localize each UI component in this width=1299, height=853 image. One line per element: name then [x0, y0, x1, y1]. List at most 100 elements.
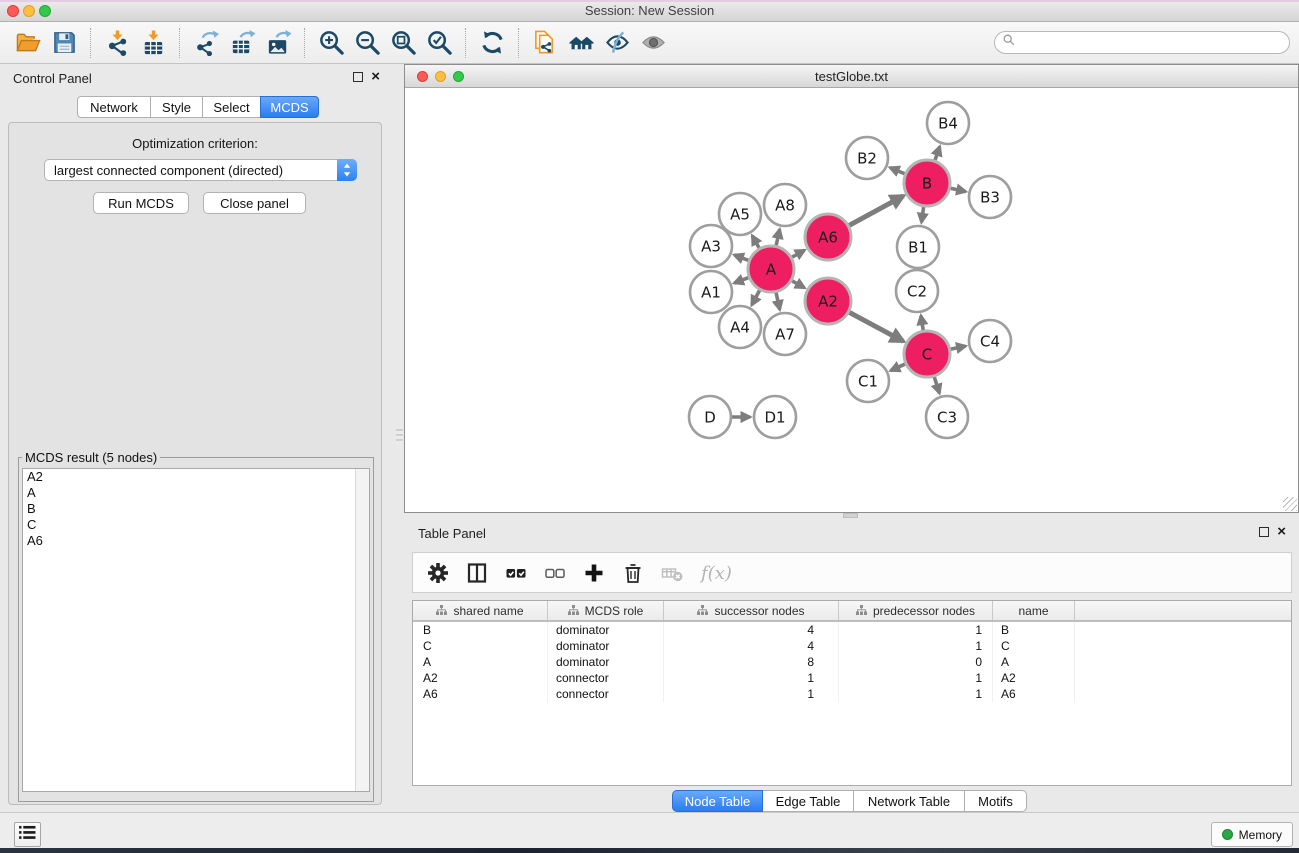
- open-file-button[interactable]: [10, 26, 46, 60]
- cell-MCDS-role[interactable]: dominator: [548, 638, 664, 654]
- graph-node-A5[interactable]: A5: [719, 193, 761, 235]
- tab-style[interactable]: Style: [150, 96, 203, 118]
- import-network-button[interactable]: [99, 26, 135, 60]
- cell-name[interactable]: A6: [993, 686, 1075, 702]
- graph-node-A1[interactable]: A1: [690, 271, 732, 313]
- mcds-result-item[interactable]: A6: [23, 533, 369, 549]
- graph-node-C2[interactable]: C2: [896, 270, 938, 312]
- search-box[interactable]: [994, 31, 1290, 54]
- graph-node-A3[interactable]: A3: [690, 225, 732, 267]
- cell-successor-nodes[interactable]: 1: [664, 686, 839, 702]
- memory-button[interactable]: Memory: [1211, 822, 1293, 847]
- graph-edge-A-A1[interactable]: [734, 277, 749, 283]
- export-image-button[interactable]: [260, 26, 296, 60]
- import-table-button[interactable]: [135, 26, 171, 60]
- vertical-splitter-handle[interactable]: [396, 429, 403, 444]
- cell-predecessor-nodes[interactable]: 1: [839, 670, 993, 686]
- cell-shared-name[interactable]: C: [413, 638, 548, 654]
- graph-node-B[interactable]: B: [904, 160, 950, 206]
- mcds-result-item[interactable]: C: [23, 517, 369, 533]
- close-panel-icon[interactable]: ×: [371, 72, 380, 82]
- float-table-panel-icon[interactable]: [1259, 527, 1269, 537]
- network-from-file-button[interactable]: [527, 26, 563, 60]
- hide-panel-button[interactable]: [599, 26, 635, 60]
- resize-grip-icon[interactable]: [1283, 497, 1297, 511]
- cell-name[interactable]: B: [993, 622, 1075, 638]
- graph-node-A7[interactable]: A7: [764, 313, 806, 355]
- graph-edge-C-C1[interactable]: [891, 364, 906, 371]
- graph-node-A6[interactable]: A6: [805, 214, 851, 260]
- column-header-successor-nodes[interactable]: successor nodes: [664, 601, 839, 620]
- graph-node-B4[interactable]: B4: [927, 102, 969, 144]
- tab-mcds[interactable]: MCDS: [260, 96, 319, 118]
- cell-predecessor-nodes[interactable]: 1: [839, 638, 993, 654]
- graph-node-A4[interactable]: A4: [719, 306, 761, 348]
- graph-edge-B-B2[interactable]: [890, 168, 906, 175]
- cell-successor-nodes[interactable]: 8: [664, 654, 839, 670]
- cell-MCDS-role[interactable]: dominator: [548, 622, 664, 638]
- graph-edge-A-A8[interactable]: [776, 229, 780, 246]
- graph-edge-A-A2[interactable]: [791, 280, 804, 288]
- table-row[interactable]: A6connector11A6: [413, 686, 1291, 702]
- cell-MCDS-role[interactable]: connector: [548, 670, 664, 686]
- cell-predecessor-nodes[interactable]: 1: [839, 622, 993, 638]
- graph-edge-A-A3[interactable]: [734, 255, 749, 261]
- tab-select[interactable]: Select: [202, 96, 261, 118]
- column-header-MCDS-role[interactable]: MCDS role: [548, 601, 664, 620]
- graph-node-C[interactable]: C: [904, 331, 950, 377]
- function-icon[interactable]: f(x): [700, 562, 736, 584]
- cell-MCDS-role[interactable]: dominator: [548, 654, 664, 670]
- list-scrollbar[interactable]: [355, 469, 369, 791]
- graph-edge-B-B4[interactable]: [935, 147, 940, 162]
- mcds-result-item[interactable]: A2: [23, 469, 369, 485]
- home-view-button[interactable]: [563, 26, 599, 60]
- graph-node-C4[interactable]: C4: [969, 320, 1011, 362]
- mcds-result-item[interactable]: B: [23, 501, 369, 517]
- network-canvas[interactable]: B4B2BB3A5A8A6A3AB1A1A2C2A4A7C4CC1C3DD1: [405, 88, 1298, 512]
- graph-edge-A-A6[interactable]: [791, 250, 804, 258]
- close-table-panel-icon[interactable]: ×: [1277, 527, 1286, 537]
- show-panel-button[interactable]: [635, 26, 671, 60]
- graph-edge-A-A4[interactable]: [752, 289, 760, 305]
- cell-predecessor-nodes[interactable]: 1: [839, 686, 993, 702]
- cell-name[interactable]: C: [993, 638, 1075, 654]
- select-all-icon[interactable]: [505, 562, 527, 584]
- cell-shared-name[interactable]: A: [413, 654, 548, 670]
- cell-successor-nodes[interactable]: 4: [664, 622, 839, 638]
- graph-edge-A2-C[interactable]: [848, 312, 903, 341]
- float-panel-icon[interactable]: [353, 72, 363, 82]
- table-row[interactable]: Bdominator41B: [413, 622, 1291, 638]
- graph-node-A8[interactable]: A8: [764, 184, 806, 226]
- split-columns-icon[interactable]: [466, 562, 488, 584]
- graph-node-A[interactable]: A: [748, 246, 794, 292]
- tab-network-table[interactable]: Network Table: [853, 790, 965, 812]
- cell-name[interactable]: A: [993, 654, 1075, 670]
- graph-node-B1[interactable]: B1: [897, 226, 939, 268]
- deselect-all-icon[interactable]: [544, 562, 566, 584]
- mcds-result-item[interactable]: A: [23, 485, 369, 501]
- graph-node-D[interactable]: D: [689, 396, 731, 438]
- graph-node-A2[interactable]: A2: [805, 278, 851, 324]
- add-row-icon[interactable]: [583, 562, 605, 584]
- cell-shared-name[interactable]: A2: [413, 670, 548, 686]
- zoom-in-button[interactable]: [313, 26, 349, 60]
- zoom-fit-button[interactable]: [385, 26, 421, 60]
- criterion-dropdown[interactable]: largest connected component (directed): [44, 159, 357, 181]
- search-input[interactable]: [1016, 34, 1289, 52]
- gear-icon[interactable]: [427, 562, 449, 584]
- tab-motifs[interactable]: Motifs: [964, 790, 1027, 812]
- graph-node-B2[interactable]: B2: [846, 137, 888, 179]
- column-header-shared-name[interactable]: shared name: [413, 601, 548, 620]
- graph-edge-A-A5[interactable]: [752, 236, 759, 249]
- cell-shared-name[interactable]: A6: [413, 686, 548, 702]
- cell-shared-name[interactable]: B: [413, 622, 548, 638]
- delete-row-icon[interactable]: [622, 562, 644, 584]
- table-row[interactable]: Adominator80A: [413, 654, 1291, 670]
- column-header-predecessor-nodes[interactable]: predecessor nodes: [839, 601, 993, 620]
- table-row[interactable]: A2connector11A2: [413, 670, 1291, 686]
- refresh-button[interactable]: [474, 26, 510, 60]
- graph-node-D1[interactable]: D1: [754, 396, 796, 438]
- graph-edge-C-C2[interactable]: [921, 316, 923, 332]
- cell-MCDS-role[interactable]: connector: [548, 686, 664, 702]
- save-button[interactable]: [46, 26, 82, 60]
